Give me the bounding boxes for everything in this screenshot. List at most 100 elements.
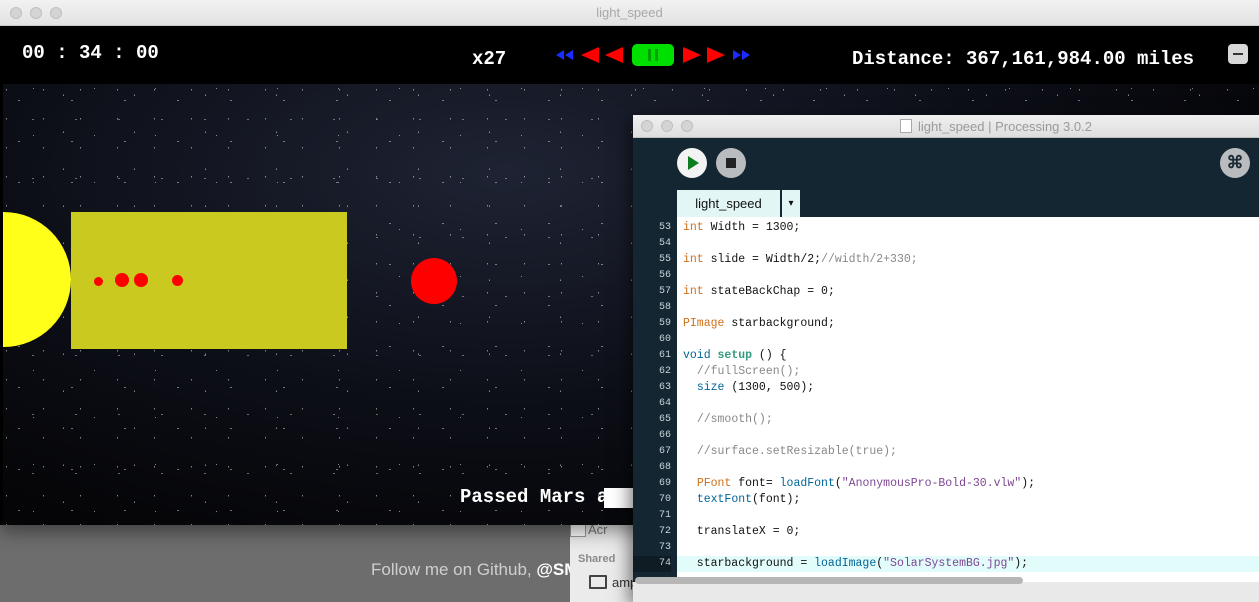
code-token: translateX = 0; xyxy=(683,525,801,538)
line-number-gutter: 53 54 55 56 57 58 59 60 61 62 63 64 65 66 67 68 69 70 71 72… xyxy=(633,217,677,582)
pause-icon[interactable] xyxy=(632,44,674,66)
ide-minimize-button[interactable] xyxy=(661,120,673,132)
code-line[interactable]: PImage starbackground; xyxy=(677,316,1259,332)
speed-multiplier: x27 xyxy=(472,48,507,70)
scrollbar-thumb[interactable] xyxy=(635,577,1023,584)
code-line[interactable] xyxy=(677,236,1259,252)
line-number: 58 xyxy=(658,302,671,313)
line-number: 69 xyxy=(658,478,671,489)
mars-dot xyxy=(172,275,183,286)
line-number: 66 xyxy=(658,430,671,441)
line-number: 71 xyxy=(658,510,671,521)
code-line[interactable]: int Width = 1300; xyxy=(677,220,1259,236)
line-number: 64 xyxy=(658,398,671,409)
code-line[interactable] xyxy=(677,508,1259,524)
code-line[interactable]: //smooth(); xyxy=(677,412,1259,428)
horizontal-scrollbar[interactable] xyxy=(633,582,1259,602)
code-token: ); xyxy=(1014,557,1029,570)
code-token: //smooth(); xyxy=(696,413,773,426)
run-button[interactable] xyxy=(677,148,707,178)
line-number: 59 xyxy=(658,318,671,329)
tab-menu-arrow[interactable]: ▾ xyxy=(782,190,800,217)
ide-titlebar[interactable]: light_speed | Processing 3.0.2 xyxy=(633,115,1259,138)
tab-light-speed[interactable]: light_speed xyxy=(677,190,780,217)
code-line[interactable]: textFont(font); xyxy=(677,492,1259,508)
computer-icon xyxy=(589,575,607,589)
document-icon xyxy=(900,119,912,133)
code-token: starbackground = xyxy=(683,557,815,570)
line-number: 54 xyxy=(658,238,671,249)
code-editor[interactable]: int Width = 1300; int slide = Width/2;//w… xyxy=(677,217,1259,582)
line-number: 67 xyxy=(658,446,671,457)
code-token: slide = Width/2; xyxy=(703,253,822,266)
line-number: 62 xyxy=(658,366,671,377)
finder-section-shared: Shared xyxy=(578,553,616,565)
sketch-window-title: light_speed xyxy=(596,5,663,20)
code-token: size xyxy=(696,381,725,394)
line-number: 70 xyxy=(658,494,671,505)
code-token: //width/2+330; xyxy=(821,253,918,266)
code-token: ( xyxy=(834,477,842,490)
code-token: int xyxy=(683,285,704,298)
code-line[interactable] xyxy=(677,300,1259,316)
code-line[interactable]: PFont font= loadFont("AnonymousPro-Bold-… xyxy=(677,476,1259,492)
status-message: Passed Mars at xyxy=(460,486,620,508)
line-number: 74 xyxy=(633,556,671,572)
code-token: (1300, 500); xyxy=(724,381,815,394)
code-line[interactable]: void setup () { xyxy=(677,348,1259,364)
code-token: (font); xyxy=(752,493,801,506)
code-token: Width = 1300; xyxy=(703,221,801,234)
line-number: 73 xyxy=(658,542,671,553)
line-number: 53 xyxy=(658,222,671,233)
earth-dot xyxy=(134,273,148,287)
line-number: 65 xyxy=(658,414,671,425)
processing-ide-window: light_speed | Processing 3.0.2 ⌘ light_s… xyxy=(633,115,1259,602)
rewind-fast-icon[interactable] xyxy=(553,46,575,64)
code-token: "SolarSystemBG.jpg" xyxy=(883,557,1015,570)
stop-button[interactable] xyxy=(716,148,746,178)
mode-icon[interactable]: ⌘ xyxy=(1220,148,1250,178)
code-line[interactable]: //fullScreen(); xyxy=(677,364,1259,380)
line-number: 63 xyxy=(658,382,671,393)
rewind-icon[interactable] xyxy=(579,46,625,64)
code-line[interactable]: size (1300, 500); xyxy=(677,380,1259,396)
ide-title-text: light_speed | Processing 3.0.2 xyxy=(918,119,1092,134)
code-token: //fullScreen(); xyxy=(696,365,801,378)
line-number: 60 xyxy=(658,334,671,345)
follow-github-text: Follow me on Github, @SM xyxy=(371,560,578,580)
code-token: "AnonymousPro-Bold-30.vlw" xyxy=(841,477,1022,490)
code-line[interactable]: int slide = Width/2;//width/2+330; xyxy=(677,252,1259,268)
sketch-titlebar[interactable]: light_speed xyxy=(0,0,1259,26)
code-line[interactable] xyxy=(677,268,1259,284)
code-line[interactable]: //surface.setResizable(true); xyxy=(677,444,1259,460)
forward-icon[interactable] xyxy=(681,46,727,64)
code-token: PImage xyxy=(683,317,725,330)
code-line[interactable]: starbackground = loadImage("SolarSystemB… xyxy=(677,556,1259,572)
code-token: void xyxy=(683,349,711,362)
code-line[interactable]: int stateBackChap = 0; xyxy=(677,284,1259,300)
forward-fast-icon[interactable] xyxy=(731,46,753,64)
code-token: font= xyxy=(731,477,780,490)
code-token: ); xyxy=(1021,477,1036,490)
code-line[interactable] xyxy=(677,428,1259,444)
ide-zoom-button[interactable] xyxy=(681,120,693,132)
code-line[interactable] xyxy=(677,332,1259,348)
code-line[interactable] xyxy=(677,396,1259,412)
line-number: 55 xyxy=(658,254,671,265)
line-number: 61 xyxy=(658,350,671,361)
collapse-button[interactable] xyxy=(1228,44,1248,64)
mars-planet xyxy=(411,258,457,304)
code-line[interactable] xyxy=(677,540,1259,556)
ide-close-button[interactable] xyxy=(641,120,653,132)
light-beam-bar xyxy=(71,212,347,349)
ide-window-title: light_speed | Processing 3.0.2 xyxy=(900,119,1092,134)
code-line[interactable] xyxy=(677,460,1259,476)
line-number: 57 xyxy=(658,286,671,297)
code-line[interactable]: translateX = 0; xyxy=(677,524,1259,540)
code-token: //surface.setResizable(true); xyxy=(696,445,897,458)
